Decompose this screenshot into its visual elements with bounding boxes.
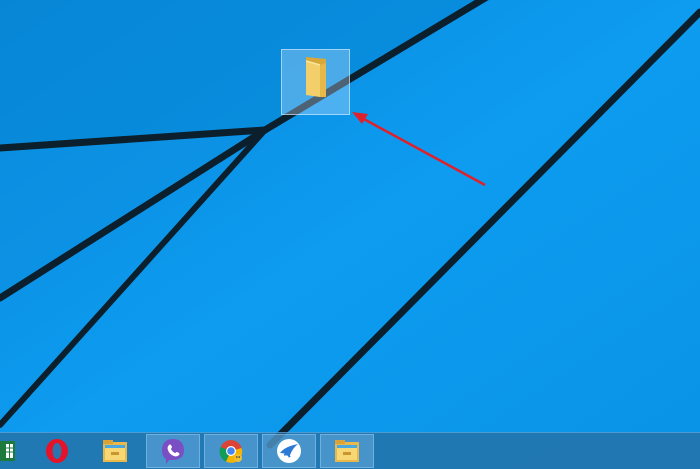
taskbar-button-file-explorer[interactable]: [88, 434, 142, 468]
desktop[interactable]: [0, 0, 700, 469]
taskbar-button-file-explorer-2[interactable]: [320, 434, 374, 468]
file-explorer-icon: [103, 440, 127, 462]
viber-icon: [162, 439, 184, 464]
swift-bird-icon: [277, 439, 301, 463]
taskbar-button-swift[interactable]: [262, 434, 316, 468]
opera-icon: [46, 439, 68, 463]
folder-icon: [305, 57, 326, 97]
taskbar-button-viber[interactable]: [146, 434, 200, 468]
file-explorer-icon: [335, 440, 359, 462]
taskbar: [0, 432, 700, 469]
desktop-folder-icon[interactable]: [281, 49, 350, 115]
excel-icon: [0, 441, 15, 461]
taskbar-button-excel[interactable]: [0, 434, 32, 468]
taskbar-button-chrome[interactable]: [204, 434, 258, 468]
chrome-icon: [219, 440, 243, 463]
taskbar-button-opera[interactable]: [30, 434, 84, 468]
wallpaper: [0, 0, 700, 469]
